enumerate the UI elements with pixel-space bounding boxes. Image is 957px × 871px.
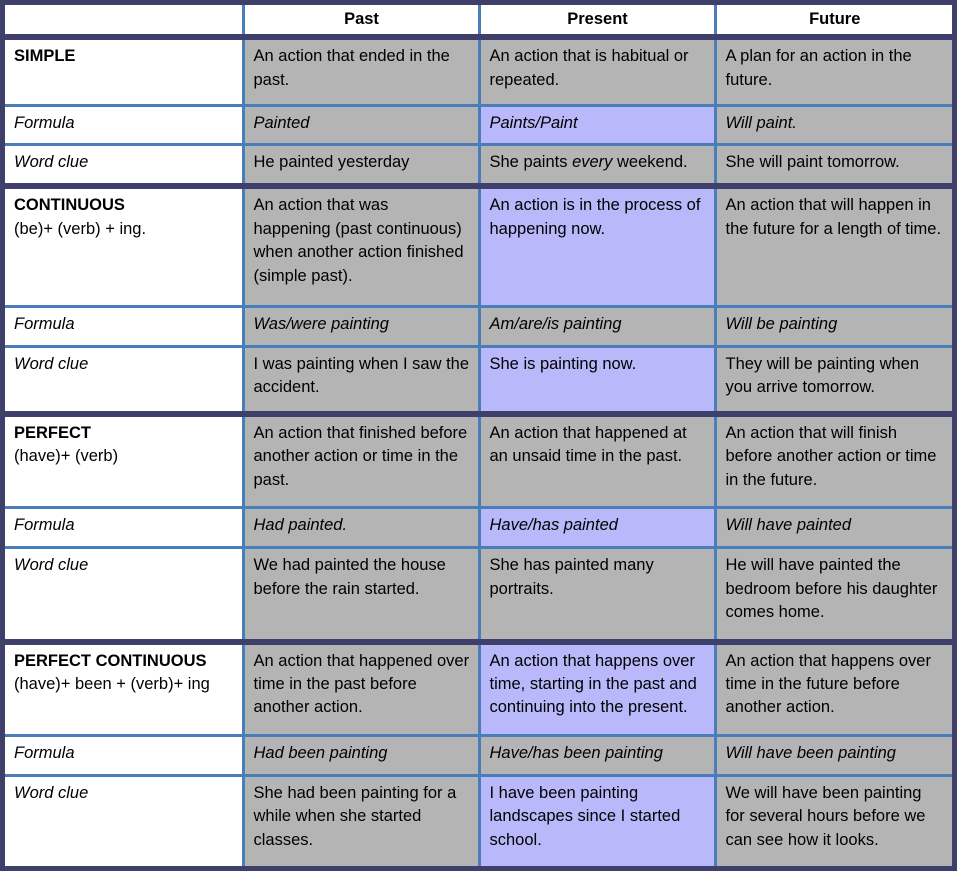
- section-subtitle: (have)+ (verb): [14, 447, 119, 466]
- section-label-perfect: PERFECT (have)+ (verb): [5, 410, 245, 508]
- table-row: SIMPLE An action that ended in the past.…: [5, 37, 952, 106]
- cell-continuous-past-description: An action that was happening (past conti…: [241, 183, 481, 307]
- cell-continuous-future-formula: Will be painting: [713, 305, 952, 347]
- row-label-word-clue: Word clue: [5, 344, 245, 414]
- cell-perfect-past-formula: Had painted.: [241, 506, 481, 548]
- table-row: Formula Had been painting Have/has been …: [5, 734, 952, 776]
- cell-continuous-past-word-clue: I was painting when I saw the accident.: [241, 344, 481, 414]
- cell-perfect-continuous-past-description: An action that happened over time in the…: [241, 638, 481, 736]
- cell-perfect-future-formula: Will have painted: [713, 506, 952, 548]
- cell-simple-future-description: A plan for an action in the future.: [713, 37, 952, 106]
- cell-perfect-present-description: An action that happened at an unsaid tim…: [477, 410, 717, 508]
- section-label-continuous: CONTINUOUS (be)+ (verb) + ing.: [5, 183, 245, 307]
- cell-continuous-future-word-clue: They will be painting when you arrive to…: [713, 344, 952, 414]
- row-label-word-clue: Word clue: [5, 546, 245, 642]
- cell-perfect-continuous-future-word-clue: We will have been painting for several h…: [713, 773, 952, 866]
- cell-simple-future-word-clue: She will paint tomorrow.: [713, 143, 952, 187]
- table-row: Formula Painted Paints/Paint Will paint.: [5, 103, 952, 145]
- section-title: CONTINUOUS: [14, 196, 125, 215]
- table-row: Word clue I was painting when I saw the …: [5, 344, 952, 414]
- cell-simple-past-formula: Painted: [241, 103, 481, 145]
- word-clue-text-pre: She paints: [489, 153, 573, 172]
- table-row: Formula Had painted. Have/has painted Wi…: [5, 506, 952, 548]
- word-clue-emphasis: every: [572, 153, 613, 172]
- cell-perfect-past-word-clue: We had painted the house before the rain…: [241, 546, 481, 642]
- cell-simple-present-word-clue: She paints every weekend.: [477, 143, 717, 187]
- table-row: Word clue We had painted the house befor…: [5, 546, 952, 642]
- cell-continuous-past-formula: Was/were painting: [241, 305, 481, 347]
- cell-perfect-past-description: An action that finished before another a…: [241, 410, 481, 508]
- cell-perfect-future-description: An action that will finish before anothe…: [713, 410, 952, 508]
- cell-simple-present-formula: Paints/Paint: [477, 103, 717, 145]
- cell-perfect-continuous-future-description: An action that happens over time in the …: [713, 638, 952, 736]
- cell-simple-present-description: An action that is habitual or repeated.: [477, 37, 717, 106]
- section-title: SIMPLE: [14, 47, 76, 66]
- cell-perfect-continuous-present-description: An action that happens over time, starti…: [477, 638, 717, 736]
- cell-continuous-future-description: An action that will happen in the future…: [713, 183, 952, 307]
- cell-continuous-present-description: An action is in the process of happening…: [477, 183, 717, 307]
- verb-tense-table: Past Present Future SIMPLE An action tha…: [5, 5, 952, 866]
- row-label-formula: Formula: [5, 103, 245, 145]
- section-label-perfect-continuous: PERFECT CONTINUOUS (have)+ been + (verb)…: [5, 638, 245, 736]
- cell-perfect-continuous-present-formula: Have/has been painting: [477, 734, 717, 776]
- table-row: Word clue He painted yesterday She paint…: [5, 143, 952, 187]
- cell-perfect-present-word-clue: She has painted many portraits.: [477, 546, 717, 642]
- table-row: Formula Was/were painting Am/are/is pain…: [5, 305, 952, 347]
- verb-tense-table-frame: Past Present Future SIMPLE An action tha…: [0, 0, 957, 871]
- table-row: Word clue She had been painting for a wh…: [5, 773, 952, 866]
- table-row: PERFECT (have)+ (verb) An action that fi…: [5, 410, 952, 508]
- cell-simple-future-formula: Will paint.: [713, 103, 952, 145]
- section-label-simple: SIMPLE: [5, 37, 245, 106]
- section-title: PERFECT: [14, 423, 92, 442]
- row-label-word-clue: Word clue: [5, 143, 245, 187]
- table-header-row: Past Present Future: [5, 5, 952, 38]
- row-label-formula: Formula: [5, 734, 245, 776]
- cell-perfect-continuous-past-word-clue: She had been painting for a while when s…: [241, 773, 481, 866]
- cell-perfect-continuous-past-formula: Had been painting: [241, 734, 481, 776]
- header-past: Past: [241, 5, 481, 38]
- header-corner: [5, 5, 245, 38]
- row-label-formula: Formula: [5, 506, 245, 548]
- cell-perfect-present-formula: Have/has painted: [477, 506, 717, 548]
- cell-perfect-continuous-present-word-clue: I have been painting landscapes since I …: [477, 773, 717, 866]
- cell-perfect-continuous-future-formula: Will have been painting: [713, 734, 952, 776]
- header-present: Present: [477, 5, 717, 38]
- cell-continuous-present-word-clue: She is painting now.: [477, 344, 717, 414]
- cell-continuous-present-formula: Am/are/is painting: [477, 305, 717, 347]
- section-subtitle: (be)+ (verb) + ing.: [14, 219, 147, 238]
- word-clue-text-post: weekend.: [612, 153, 688, 172]
- row-label-word-clue: Word clue: [5, 773, 245, 866]
- cell-simple-past-description: An action that ended in the past.: [241, 37, 481, 106]
- header-future: Future: [713, 5, 952, 38]
- table-row: PERFECT CONTINUOUS (have)+ been + (verb)…: [5, 638, 952, 736]
- table-row: CONTINUOUS (be)+ (verb) + ing. An action…: [5, 183, 952, 307]
- cell-perfect-future-word-clue: He will have painted the bedroom before …: [713, 546, 952, 642]
- section-subtitle: (have)+ been + (verb)+ ing: [14, 675, 210, 694]
- section-title: PERFECT CONTINUOUS: [14, 651, 207, 670]
- cell-simple-past-word-clue: He painted yesterday: [241, 143, 481, 187]
- row-label-formula: Formula: [5, 305, 245, 347]
